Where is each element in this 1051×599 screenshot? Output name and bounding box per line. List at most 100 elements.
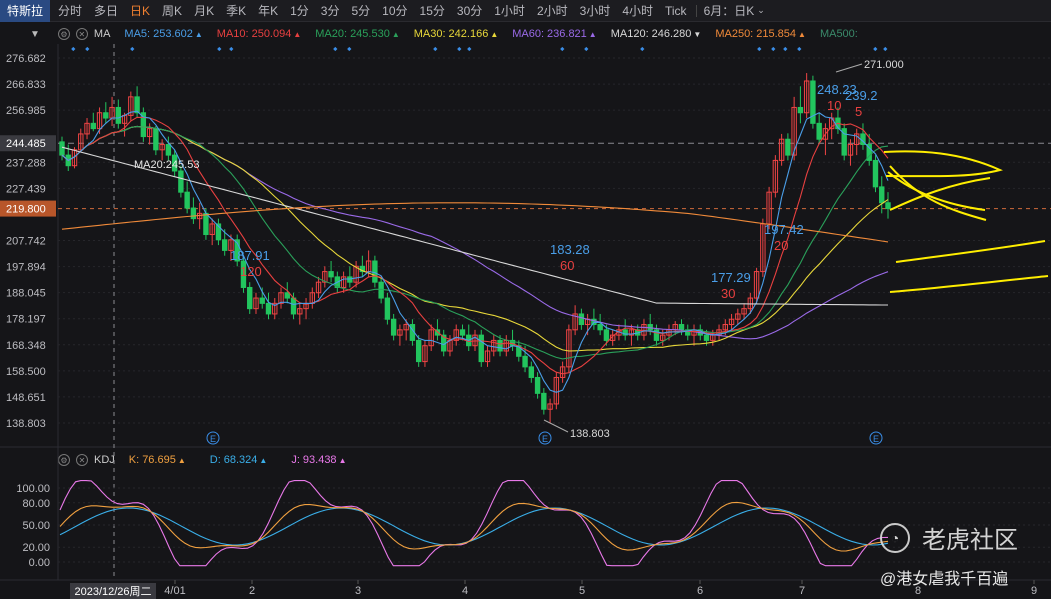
peak-price-label: 239.2 [845,88,878,103]
candle-body [90,122,96,130]
candle-body [478,334,484,363]
crosshair-price-label: 244.485 [6,138,46,150]
price-tick-label: 197.894 [6,262,46,274]
candle-body [597,324,603,331]
signal-marker [85,46,90,52]
peak-price-label: 197.42 [764,222,804,237]
kdj-tick-label: 100.00 [16,483,50,495]
candle-body [372,260,378,283]
candle-body [497,339,503,352]
candle-body [578,313,585,326]
candle-body [247,286,253,310]
signal-marker [640,46,645,52]
candle-body [384,297,391,320]
signal-marker [347,46,352,52]
candle-body [797,106,804,114]
earnings-marker-label: E [873,434,879,444]
candle-body [115,106,122,124]
candle-body [190,207,197,220]
signal-marker [757,46,762,52]
candle-body [415,339,422,363]
kdj-tick-label: 50.00 [22,520,50,532]
candle-body [528,366,535,378]
candlestick-chart[interactable]: 276.682 266.833 256.985 237.288 227.439 207.7… [0,0,1051,599]
candle-body [378,281,384,299]
candle-body [328,271,334,278]
price-tick-label: 237.288 [6,157,46,169]
candle-body [459,329,466,336]
signal-marker [71,46,76,52]
low-price-label: 138.803 [570,428,610,440]
drawing-curve-5 [895,240,1046,263]
last-price-label: 219.800 [6,204,46,216]
drawing-curve-1 [883,150,1003,178]
signal-marker [467,46,472,52]
candle-body [153,128,159,151]
candle-body [178,170,184,193]
signal-marker [560,46,565,52]
drawing-curve-6 [889,275,1049,293]
candle-body [390,318,397,336]
candle-body [785,138,791,156]
candle-body [816,122,822,140]
price-tick-label: 256.985 [6,105,46,117]
candle-body [221,239,228,251]
candle-body [284,292,290,299]
kdj-tick-label: 20.00 [22,542,50,554]
signal-marker [333,46,338,52]
kdj-tick-label: 80.00 [22,498,50,510]
time-tick-label: 4 [462,585,468,597]
candle-body [885,202,891,210]
price-tick-label: 188.045 [6,288,46,300]
high-leader-line [835,63,863,73]
kdj-tick-label: 0.00 [29,557,50,569]
signal-marker [883,46,888,52]
candle-body [534,376,541,394]
watermark-brand: 老虎社区 [922,527,1018,554]
signal-marker [130,46,135,52]
cursor-ma-label: MA20:245.53 [134,159,199,171]
price-tick-label: 158.500 [6,366,46,378]
candle-body [103,112,109,119]
candle-body [184,191,190,209]
earnings-marker-label: E [542,434,548,444]
peak-count-label: 30 [721,286,735,301]
signal-marker [433,46,438,52]
peak-count-label: 5 [855,104,862,119]
low-leader-line [543,419,569,433]
time-tick-label: 3 [355,585,361,597]
price-tick-label: 207.742 [6,236,46,248]
candle-body [603,329,610,341]
price-tick-label: 266.833 [6,79,46,91]
signal-marker [873,46,878,52]
signal-marker [457,46,462,52]
signal-marker [797,46,802,52]
watermark-credit: @港女虐我千百遍 [880,571,1009,588]
tiger-logo-icon: ◔ [880,522,910,553]
time-tick-label: 4/01 [164,585,185,597]
signal-marker [217,46,222,52]
candle-body [879,186,885,204]
price-tick-label: 276.682 [6,53,46,65]
peak-price-label: 177.29 [711,270,751,285]
candle-body [290,297,297,315]
price-tick-label: 168.348 [6,340,46,352]
peak-price-label: 183.28 [550,242,590,257]
time-tick-label: 6 [697,585,703,597]
earnings-marker-label: E [210,434,216,444]
candle-body [522,355,528,368]
candle-body [203,212,209,236]
price-tick-label: 138.803 [6,418,46,430]
candle-body [703,334,710,341]
price-tick-label: 148.651 [6,392,46,404]
signal-marker [783,46,788,52]
candle-body [678,324,685,331]
candle-body [134,96,140,114]
signal-marker [229,46,234,52]
candle-body [165,144,172,156]
candle-body [541,392,547,410]
candle-body [59,141,65,156]
cursor-date-label: 2023/12/26周二 [74,585,151,598]
price-tick-label: 227.439 [6,183,46,195]
peak-count-label: 20 [774,238,788,253]
